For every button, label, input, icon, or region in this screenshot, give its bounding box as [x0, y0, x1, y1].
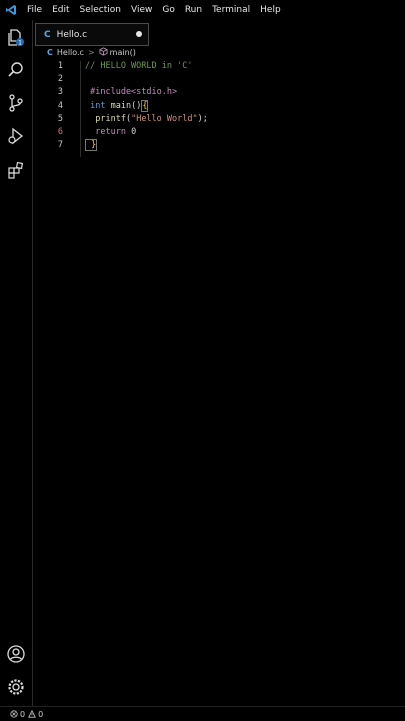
code-line[interactable]: 3 #include<stdio.h> [33, 87, 405, 100]
menu-view[interactable]: View [126, 0, 157, 20]
line-number: 4 [57, 100, 63, 111]
code-token: #include<stdio.h> [85, 87, 178, 98]
menu-file[interactable]: File [22, 0, 47, 20]
code-line[interactable]: 7 } [33, 139, 405, 153]
code-line[interactable]: 1 // HELLO WORLD in 'C' [33, 61, 405, 74]
explorer-icon[interactable]: 1 [4, 26, 28, 50]
code-line[interactable]: 2 [33, 74, 405, 87]
code-line[interactable]: 5 printf("Hello World"); [33, 114, 405, 127]
breadcrumb-symbol[interactable]: main() [110, 48, 136, 57]
status-bar: 0 0 [0, 706, 405, 721]
tab-label: Hello.c [56, 29, 88, 40]
code-text: int main(){ [85, 99, 149, 112]
search-icon[interactable] [4, 58, 28, 82]
code-line[interactable]: 4 int main(){ [33, 99, 405, 114]
account-icon[interactable] [4, 642, 28, 666]
code-text: return 0 [85, 127, 136, 137]
error-icon [10, 710, 18, 718]
unsaved-dot-icon[interactable] [136, 31, 142, 37]
vscode-logo-icon [0, 0, 22, 20]
code-editor[interactable]: 1 // HELLO WORLD in 'C' 2 3 #include<stdio.… [33, 59, 405, 706]
menu-terminal[interactable]: Terminal [207, 0, 255, 20]
line-number: 3 [57, 87, 63, 98]
error-count: 0 [20, 709, 26, 719]
line-number: 5 [57, 113, 63, 124]
breadcrumb-c-file-icon: C [47, 48, 53, 57]
activity-bar: 1 [0, 20, 33, 706]
symbol-method-icon [99, 47, 108, 58]
code-token: printf [85, 113, 126, 124]
extensions-icon[interactable] [4, 158, 28, 182]
source-control-icon[interactable] [4, 91, 28, 115]
code-token: int [85, 100, 106, 111]
warning-count: 0 [38, 709, 44, 719]
menu-bar: File Edit Selection View Go Run Terminal… [0, 0, 405, 20]
line-number: 7 [57, 140, 63, 151]
line-number: 2 [57, 74, 63, 85]
code-text: #include<stdio.h> [85, 87, 177, 97]
code-token: { [141, 99, 149, 112]
line-number: 1 [57, 61, 63, 71]
menu-go[interactable]: Go [157, 0, 179, 20]
c-file-icon: C [44, 29, 51, 40]
explorer-badge: 1 [18, 40, 22, 47]
menu-run[interactable]: Run [180, 0, 207, 20]
run-debug-icon[interactable] [4, 124, 28, 148]
settings-gear-icon[interactable] [4, 675, 28, 699]
tab-hello-c[interactable]: C Hello.c [35, 23, 149, 46]
code-text: printf("Hello World"); [85, 114, 208, 124]
indent-guide [80, 61, 81, 157]
code-text: // HELLO WORLD in 'C' [85, 61, 192, 71]
status-problems[interactable]: 0 0 [10, 710, 43, 719]
code-token: // HELLO WORLD in 'C' [85, 61, 193, 71]
code-token: main [110, 100, 132, 111]
code-token: return [85, 127, 126, 137]
line-number: 6 [57, 127, 63, 137]
warning-icon [28, 710, 36, 718]
code-token: () [131, 100, 142, 111]
breadcrumb: C Hello.c > main() [33, 46, 405, 59]
code-line[interactable]: 6 return 0 [33, 127, 405, 140]
menu-help[interactable]: Help [255, 0, 286, 20]
code-token: } [85, 139, 98, 152]
code-token: 0 [125, 127, 137, 137]
code-token: "Hello World" [131, 113, 198, 124]
breadcrumb-file[interactable]: Hello.c [57, 48, 84, 57]
editor-tabs: C Hello.c [33, 20, 405, 46]
code-text: } [85, 139, 98, 152]
code-token: ); [197, 113, 208, 124]
menu-selection[interactable]: Selection [75, 0, 126, 20]
breadcrumb-separator: > [87, 48, 95, 57]
menu-edit[interactable]: Edit [47, 0, 74, 20]
